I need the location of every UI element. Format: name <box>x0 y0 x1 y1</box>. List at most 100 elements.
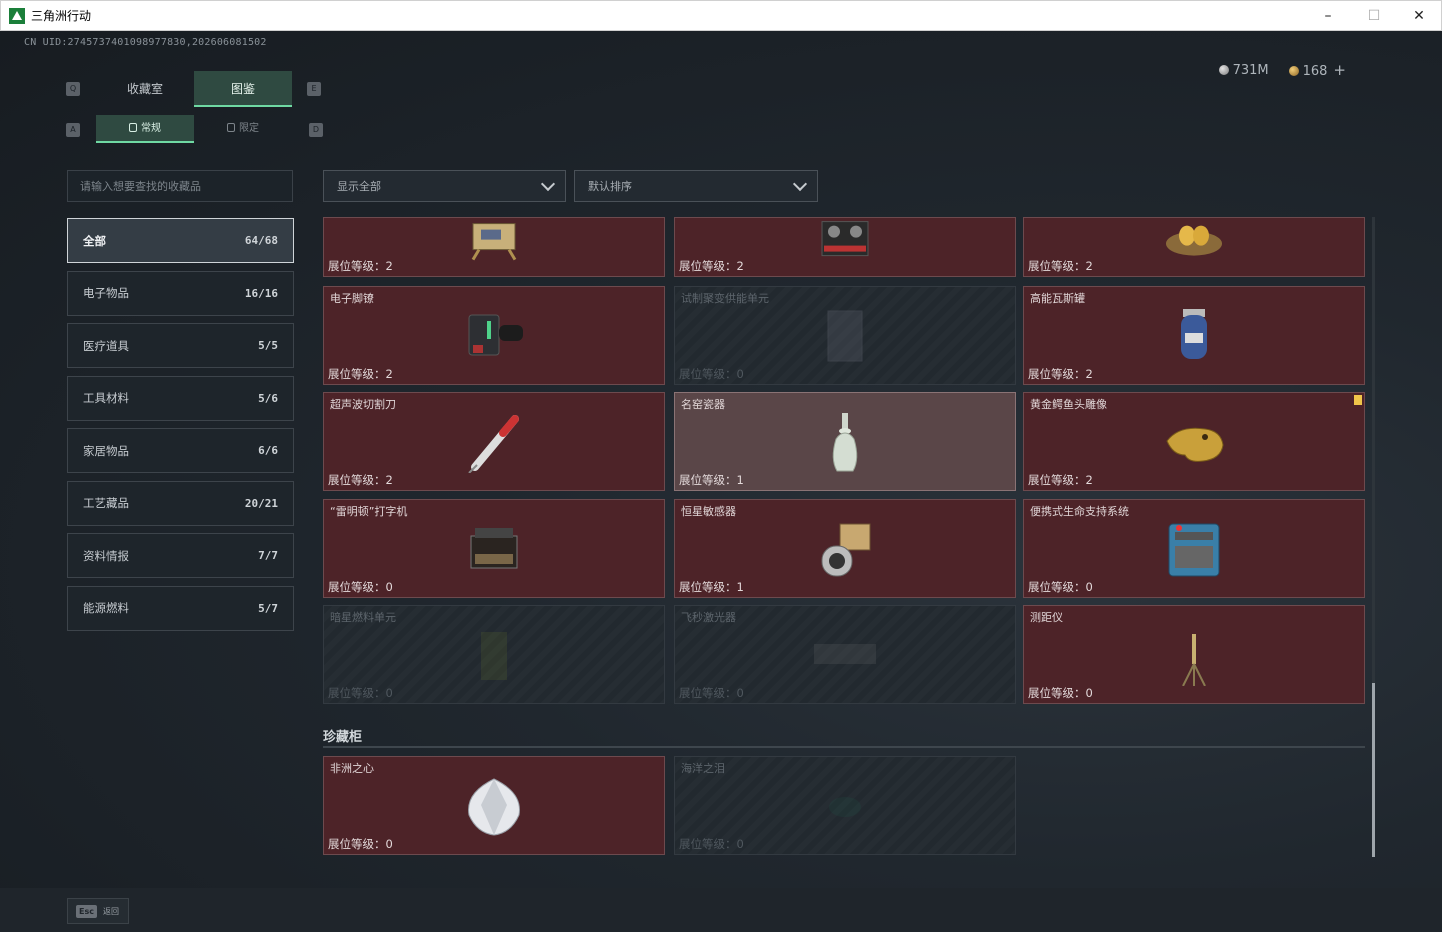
item-level: 展位等级：2 <box>679 259 744 273</box>
collection-item-card[interactable]: 高能瓦斯罐展位等级：2 <box>1023 286 1365 385</box>
category-item[interactable]: 工艺藏品 20/21 <box>67 480 294 526</box>
category-item[interactable]: 资料情报 7/7 <box>67 533 294 578</box>
key-hint-q: Q <box>66 82 80 96</box>
category-item[interactable]: 工具材料 5/6 <box>67 375 294 421</box>
gem-icon <box>829 796 861 817</box>
collection-item-card[interactable]: 飞秒激光器 展位等级：0 <box>674 605 1016 704</box>
gold-coin-icon <box>1288 66 1299 76</box>
porcelain-vase-icon <box>832 412 858 471</box>
item-level: 展位等级：0 <box>328 686 393 700</box>
window-title-bar: 三角洲行动 – ☐ ✕ <box>0 0 1442 31</box>
item-name: 黄金鳄鱼头雕像 <box>1030 398 1107 411</box>
tab-regular[interactable]: 常规 <box>96 115 194 143</box>
item-level: 展位等级：0 <box>679 686 744 700</box>
tab-limited[interactable]: 限定 <box>194 115 292 143</box>
collection-item-card[interactable]: 电子脚镣 展位等级：2 <box>323 286 665 385</box>
search-input[interactable]: 请输入想要查找的收藏品 <box>67 170 293 202</box>
item-level: 展位等级：0 <box>679 837 744 851</box>
life-support-icon <box>1168 523 1220 576</box>
category-item[interactable]: 全部 64/68 <box>67 218 294 263</box>
main-tabs: 收藏室 图鉴 <box>96 71 292 107</box>
category-count: 16/16 <box>244 286 278 300</box>
category-item[interactable]: 家居物品 6/6 <box>67 428 294 473</box>
item-name: 名窑瓷器 <box>681 398 725 411</box>
category-item[interactable]: 电子物品 16/16 <box>67 270 294 316</box>
game-view: CN UID:2745737401098977830,202606081502 … <box>0 31 1442 932</box>
app-logo-icon <box>9 7 25 24</box>
sort-dropdown[interactable]: 默认排序 <box>574 170 818 202</box>
item-name: 测距仪 <box>1030 611 1063 624</box>
item-name: 恒星敏感器 <box>681 505 736 518</box>
collection-item-card[interactable]: 展位等级：2 <box>323 217 665 277</box>
tape-recorder-icon <box>821 221 869 257</box>
key-hint-d: D <box>309 123 323 137</box>
collection-item-card[interactable]: 海洋之泪展位等级：0 <box>674 756 1016 855</box>
item-name: “雷明顿”打字机 <box>330 505 408 518</box>
collection-item-card[interactable]: 展位等级：2 <box>674 217 1016 277</box>
filter-dropdown[interactable]: 显示全部 <box>323 170 566 202</box>
item-level: 展位等级：2 <box>328 473 393 487</box>
key-hint-e: E <box>307 82 321 96</box>
item-level: 展位等级：2 <box>328 259 393 273</box>
collection-item-card[interactable]: 名窑瓷器 展位等级：1 <box>674 392 1016 491</box>
maximize-button[interactable]: ☐ <box>1351 1 1397 31</box>
tab-collection-room[interactable]: 收藏室 <box>96 71 194 107</box>
item-level: 展位等级：0 <box>328 837 393 851</box>
back-label: 返回 <box>102 906 119 916</box>
collection-item-card[interactable]: 超声波切割刀 展位等级：2 <box>323 392 665 491</box>
collection-item-card[interactable]: 试制聚变供能单元 展位等级：0 <box>674 286 1016 385</box>
fuel-cell-icon <box>481 631 507 680</box>
tab-codex[interactable]: 图鉴 <box>194 71 292 107</box>
scrollbar-thumb[interactable] <box>1372 683 1375 857</box>
category-count: 5/7 <box>258 601 278 615</box>
collection-item-card[interactable]: “雷明顿”打字机 展位等级：0 <box>323 499 665 598</box>
player-uid: CN UID:2745737401098977830,202606081502 <box>24 37 267 48</box>
esc-key-hint: Esc <box>76 904 97 918</box>
bottom-bar: Esc 返回 <box>0 888 1442 932</box>
minimize-button[interactable]: – <box>1305 1 1351 31</box>
item-name: 试制聚变供能单元 <box>681 292 769 305</box>
chevron-down-icon <box>792 176 808 192</box>
item-name: 高能瓦斯罐 <box>1030 292 1085 305</box>
collection-item-card[interactable]: 测距仪 展位等级：0 <box>1023 605 1365 704</box>
laser-icon <box>814 643 876 664</box>
vault-divider <box>323 746 1365 748</box>
item-level: 展位等级：2 <box>1028 473 1093 487</box>
category-count: 5/6 <box>258 391 278 405</box>
gas-canister-icon <box>1181 308 1207 359</box>
chevron-down-icon <box>540 176 556 192</box>
collection-item-card[interactable]: 非洲之心 展位等级：0 <box>323 756 665 855</box>
category-label: 医疗道具 <box>83 338 129 353</box>
sub-tabs: 常规 限定 <box>96 115 292 143</box>
collection-item-card[interactable]: 展位等级：2 <box>1023 217 1365 277</box>
ultrasonic-cutter-icon <box>468 414 519 473</box>
fusion-unit-icon <box>827 310 863 361</box>
silver-coin-icon <box>1218 64 1229 75</box>
category-list: 全部 64/68 电子物品 16/16 医疗道具 5/5 工具材料 5/6 家居物品 6/6 工艺藏… <box>67 218 294 638</box>
gold-currency: 168 + <box>1288 61 1346 79</box>
add-currency-button[interactable]: + <box>1333 61 1346 79</box>
category-item[interactable]: 能源燃料 5/7 <box>67 585 294 631</box>
back-button[interactable]: Esc 返回 <box>67 898 129 924</box>
category-label: 工具材料 <box>83 391 129 405</box>
window-title: 三角洲行动 <box>31 9 92 23</box>
category-count: 20/21 <box>244 496 278 510</box>
collection-item-card[interactable]: 恒星敏感器 展位等级：1 <box>674 499 1016 598</box>
key-hint-a: A <box>66 123 80 137</box>
limited-icon <box>227 123 235 132</box>
collection-item-card[interactable]: 暗星燃料单元 展位等级：0 <box>323 605 665 704</box>
regular-icon <box>129 123 137 132</box>
item-name: 海洋之泪 <box>681 762 725 775</box>
ankle-monitor-icon <box>468 314 523 355</box>
item-level: 展位等级：0 <box>1028 580 1093 594</box>
gold-crocodile-icon <box>1166 427 1224 462</box>
rangefinder-icon <box>1182 633 1206 686</box>
star-sensor-icon <box>821 523 871 576</box>
close-button[interactable]: ✕ <box>1396 1 1442 31</box>
collection-item-card[interactable]: 黄金鳄鱼头雕像 展位等级：2 <box>1023 392 1365 491</box>
item-name: 暗星燃料单元 <box>330 611 396 624</box>
item-level: 展位等级：2 <box>1028 367 1093 381</box>
category-item[interactable]: 医疗道具 5/5 <box>67 323 294 368</box>
category-count: 5/5 <box>258 339 278 352</box>
collection-item-card[interactable]: 便携式生命支持系统 展位等级：0 <box>1023 499 1365 598</box>
